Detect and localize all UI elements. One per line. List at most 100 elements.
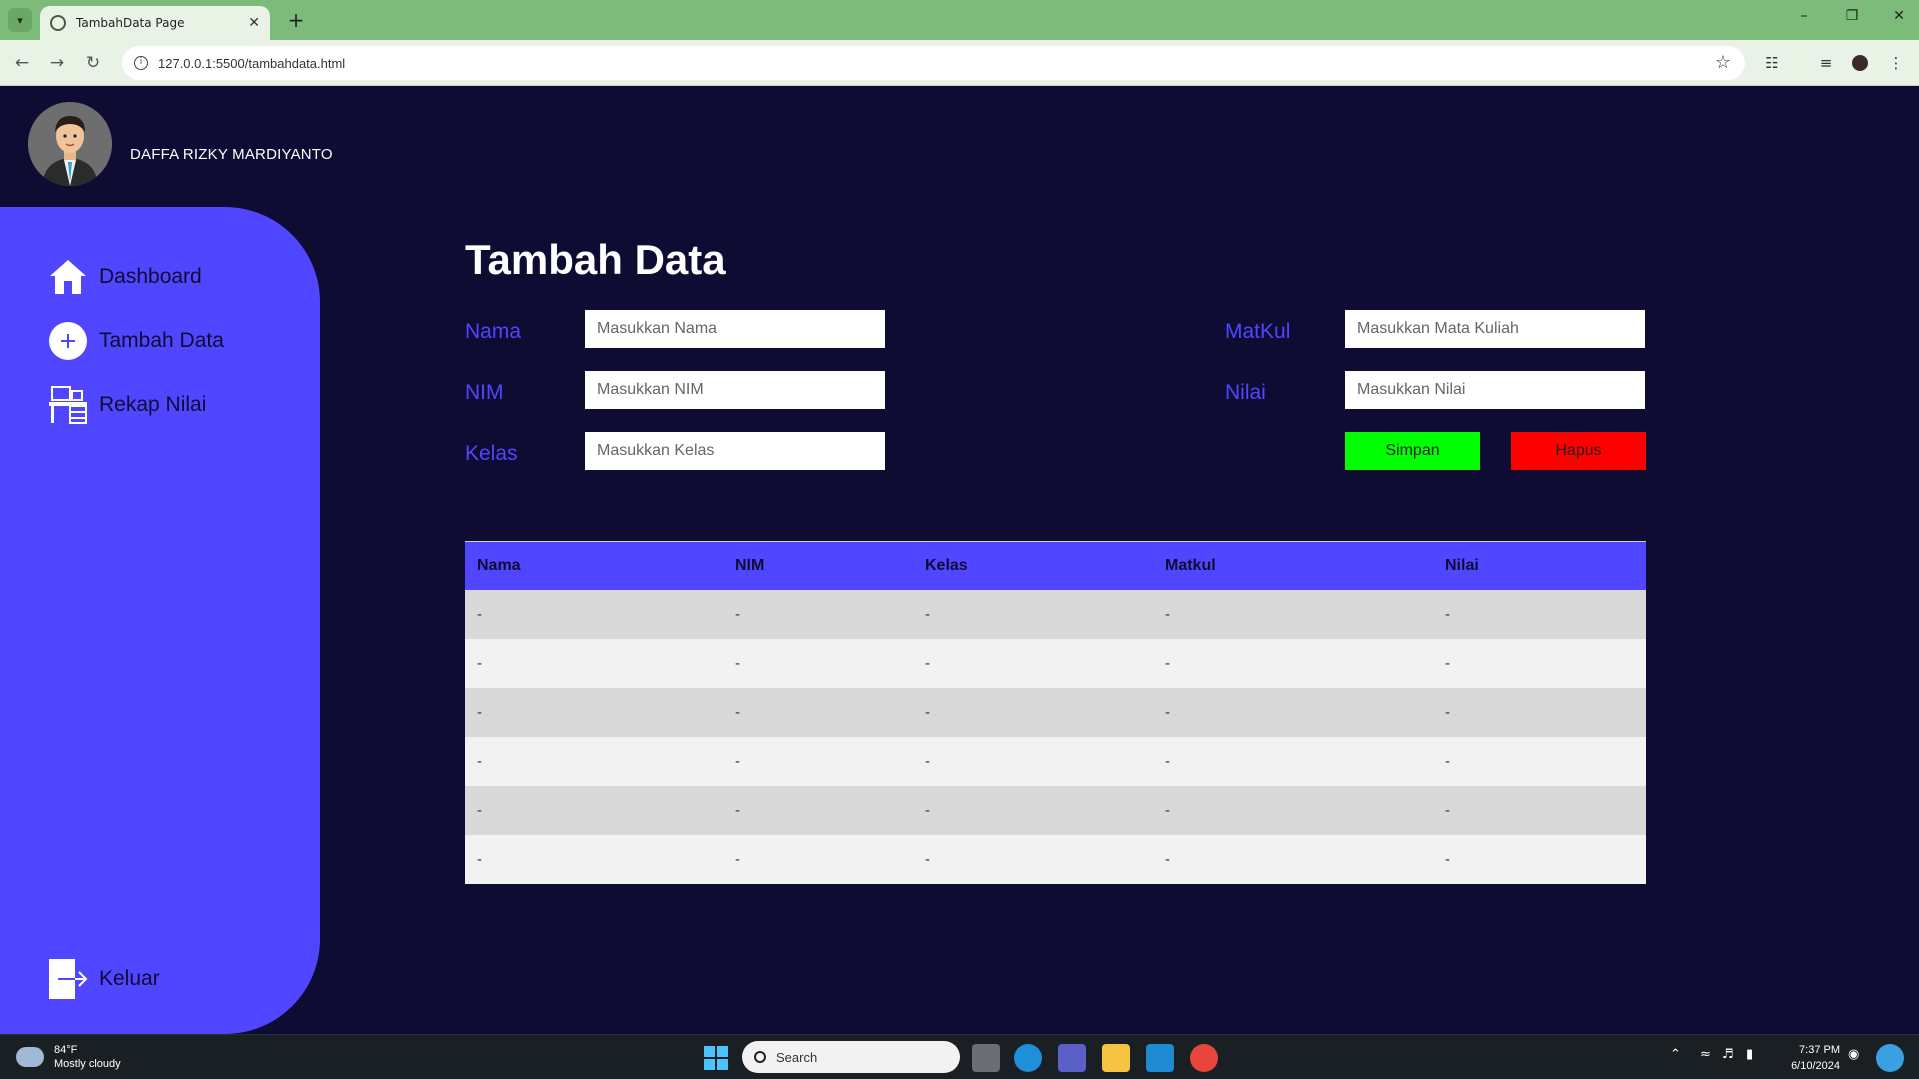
close-tab-icon[interactable]: ✕	[248, 15, 260, 31]
browser-toolbar: ← → ↻ i 127.0.0.1:5500/tambahdata.html ☆…	[0, 40, 1919, 86]
taskbar-search[interactable]: Search	[742, 1041, 960, 1073]
table-cell: -	[1445, 606, 1450, 623]
site-info-icon[interactable]: i	[134, 56, 148, 70]
window-close-icon[interactable]: ✕	[1879, 8, 1919, 24]
table-cell: -	[1165, 704, 1170, 721]
nim-input[interactable]	[585, 371, 885, 409]
page-title: Tambah Data	[465, 236, 726, 283]
table-cell: -	[1445, 851, 1450, 868]
table-cell: -	[735, 704, 740, 721]
matkul-input[interactable]	[1345, 310, 1645, 348]
table-row: - - - - -	[465, 786, 1646, 835]
home-icon	[48, 257, 88, 297]
reading-list-icon[interactable]: ≡	[1815, 52, 1837, 74]
copilot-icon[interactable]	[1876, 1044, 1904, 1072]
tab-search-menu-icon[interactable]: ▾	[8, 8, 32, 32]
address-bar[interactable]: i 127.0.0.1:5500/tambahdata.html ☆	[122, 46, 1745, 80]
weather-widget[interactable]: 84°F Mostly cloudy	[16, 1043, 121, 1071]
table-cell: -	[1445, 704, 1450, 721]
table-cell: -	[477, 704, 482, 721]
sidebar-item-label: Rekap Nilai	[99, 393, 207, 416]
chrome-icon[interactable]	[1190, 1044, 1218, 1072]
tab-title: TambahData Page	[76, 16, 185, 30]
table-cell: -	[735, 851, 740, 868]
user-name: DAFFA RIZKY MARDIYANTO	[130, 146, 333, 163]
taskbar-clock[interactable]: 7:37 PM 6/10/2024	[1776, 1042, 1840, 1074]
task-view-icon[interactable]	[972, 1044, 1000, 1072]
volume-icon[interactable]: ♬	[1722, 1047, 1734, 1062]
data-table: Nama NIM Kelas Matkul Nilai - - - - - - …	[465, 541, 1646, 884]
table-cell: -	[925, 606, 930, 623]
table-row: - - - - -	[465, 639, 1646, 688]
logout-label: Keluar	[99, 967, 160, 990]
table-cell: -	[735, 655, 740, 672]
avatar	[28, 102, 112, 186]
start-icon[interactable]	[702, 1044, 730, 1072]
vscode-icon[interactable]	[1146, 1044, 1174, 1072]
table-row: - - - - -	[465, 590, 1646, 639]
sidebar-item-label: Dashboard	[99, 265, 202, 288]
profile-avatar-icon[interactable]	[1850, 53, 1870, 73]
table-cell: -	[925, 753, 930, 770]
notification-bell-icon[interactable]: ◉	[1848, 1047, 1859, 1062]
taskbar: 84°F Mostly cloudy Search ⌃ ≈ ♬ ▮ 7:37 P…	[0, 1034, 1919, 1079]
edge-icon[interactable]	[1014, 1044, 1042, 1072]
kelas-input[interactable]	[585, 432, 885, 470]
sidebar-item-dashboard[interactable]: Dashboard	[48, 257, 202, 297]
restore-icon[interactable]: ❐	[1832, 8, 1872, 24]
logout-button[interactable]: Keluar	[48, 959, 160, 999]
table-cell: -	[1165, 606, 1170, 623]
table-cell: -	[477, 606, 482, 623]
nilai-label: Nilai	[1225, 381, 1266, 404]
kelas-label: Kelas	[465, 442, 518, 465]
table-cell: -	[735, 753, 740, 770]
battery-icon[interactable]: ▮	[1746, 1047, 1753, 1062]
sidebar-item-label: Tambah Data	[99, 329, 224, 352]
save-button[interactable]: Simpan	[1345, 432, 1480, 470]
desk-icon	[48, 385, 88, 425]
cloud-icon	[16, 1047, 44, 1067]
nama-input[interactable]	[585, 310, 885, 348]
table-cell: -	[1165, 851, 1170, 868]
forward-icon[interactable]: →	[45, 51, 69, 75]
table-cell: -	[477, 753, 482, 770]
table-cell: -	[1165, 753, 1170, 770]
clock-date: 6/10/2024	[1791, 1060, 1840, 1072]
delete-button[interactable]: Hapus	[1511, 432, 1646, 470]
minimize-icon[interactable]: –	[1784, 8, 1824, 24]
table-cell: -	[1445, 753, 1450, 770]
bookmark-star-icon[interactable]: ☆	[1715, 52, 1731, 73]
sidebar-item-rekap-nilai[interactable]: Rekap Nilai	[48, 385, 206, 425]
wifi-icon[interactable]: ≈	[1700, 1047, 1711, 1062]
file-explorer-icon[interactable]	[1102, 1044, 1130, 1072]
table-cell: -	[1445, 802, 1450, 819]
search-icon	[754, 1051, 766, 1063]
sidebar-item-tambah-data[interactable]: Tambah Data	[48, 321, 224, 361]
header-kelas: Kelas	[925, 557, 968, 574]
header-nim: NIM	[735, 557, 765, 574]
reload-icon[interactable]: ↻	[81, 51, 105, 75]
table-row: - - - - -	[465, 835, 1646, 884]
back-icon[interactable]: ←	[10, 51, 34, 75]
browser-tab[interactable]: TambahData Page ✕	[40, 6, 270, 40]
tray-chevron-icon[interactable]: ⌃	[1670, 1047, 1681, 1062]
extensions-icon[interactable]: ☷	[1761, 52, 1783, 74]
nilai-input[interactable]	[1345, 371, 1645, 409]
plus-circle-icon	[48, 321, 88, 361]
table-cell: -	[477, 655, 482, 672]
table-cell: -	[1165, 802, 1170, 819]
header-nilai: Nilai	[1445, 557, 1479, 574]
search-label: Search	[776, 1049, 818, 1065]
teams-icon[interactable]	[1058, 1044, 1086, 1072]
weather-temp: 84°F	[54, 1044, 78, 1056]
browser-menu-icon[interactable]: ⋮	[1885, 52, 1907, 74]
table-cell: -	[735, 606, 740, 623]
new-tab-icon[interactable]: +	[284, 8, 308, 32]
table-cell: -	[925, 655, 930, 672]
table-row: - - - - -	[465, 737, 1646, 786]
table-cell: -	[735, 802, 740, 819]
table-cell: -	[477, 851, 482, 868]
table-cell: -	[477, 802, 482, 819]
table-cell: -	[925, 704, 930, 721]
weather-desc: Mostly cloudy	[54, 1058, 121, 1070]
